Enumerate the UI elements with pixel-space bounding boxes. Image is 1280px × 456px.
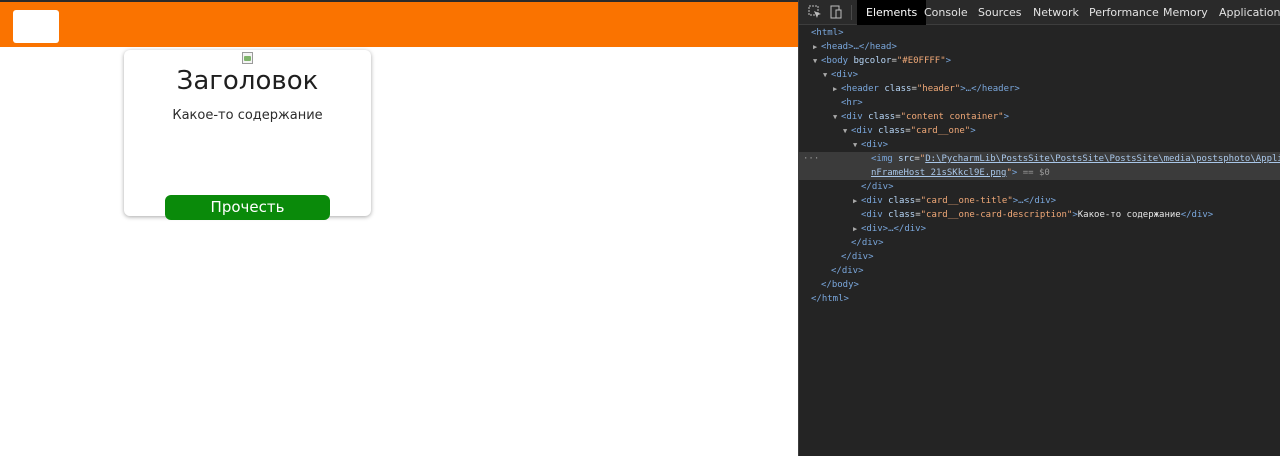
dom-node-collapsed-div[interactable]: ▶ <div>…</div> <box>799 222 1280 236</box>
dom-node-card-description[interactable]: <div class="card__one-card-description">… <box>799 208 1280 222</box>
dom-node-body[interactable]: ▼ <body bgcolor="#E0FFFF"> <box>799 54 1280 68</box>
toolbar-separator <box>851 5 852 20</box>
dom-node-div[interactable]: ▼ <div> <box>799 68 1280 82</box>
header-logo-box[interactable] <box>13 10 59 43</box>
devtools-panel: Elements Console Sources Network Perform… <box>798 0 1280 456</box>
dom-node-img-wrapper[interactable]: ▼ <div> <box>799 138 1280 152</box>
dom-node-img-selected[interactable]: ··· <img src="D:\PycharmLib\PostsSite\Po… <box>799 152 1280 180</box>
tab-sources[interactable]: Sources <box>969 0 1031 25</box>
card-description: Какое-то содержание <box>172 108 323 123</box>
post-card: Заголовок Какое-то содержание Прочесть <box>124 50 371 220</box>
dom-node-head[interactable]: ▶ <head>…</head> <box>799 40 1280 54</box>
dom-node-hr[interactable]: <hr> <box>799 96 1280 110</box>
device-toolbar-icon[interactable] <box>829 5 843 19</box>
tab-console[interactable]: Console <box>915 0 977 25</box>
tab-memory[interactable]: Memory <box>1154 0 1217 25</box>
page-viewport: Заголовок Какое-то содержание Прочесть <box>0 0 798 456</box>
devtools-tab-bar: Elements Console Sources Network Perform… <box>799 0 1280 25</box>
inspect-element-icon[interactable] <box>808 5 822 19</box>
dom-node-close: </div> <box>841 252 874 262</box>
card-title: Заголовок <box>176 66 319 96</box>
dom-node-close: </div> <box>831 266 864 276</box>
read-button[interactable]: Прочесть <box>165 195 330 220</box>
dom-node-card-title[interactable]: ▶ <div class="card__one-title">…</div> <box>799 194 1280 208</box>
dom-node-card-one[interactable]: ▼ <div class="card__one"> <box>799 124 1280 138</box>
broken-image-icon <box>241 51 255 65</box>
dom-node-content-container[interactable]: ▼ <div class="content container"> <box>799 110 1280 124</box>
dom-node-close: </div> <box>851 238 884 248</box>
dom-node-html[interactable]: <html> <box>799 26 1280 40</box>
dom-node-body-close: </body> <box>821 280 859 290</box>
dom-node-header[interactable]: ▶ <header class="header">…</header> <box>799 82 1280 96</box>
dom-node-html-close: </html> <box>811 294 849 304</box>
more-dots-icon[interactable]: ··· <box>803 152 819 166</box>
tab-network[interactable]: Network <box>1024 0 1088 25</box>
tab-application[interactable]: Application <box>1210 0 1280 25</box>
site-header <box>0 0 798 47</box>
dom-node-close: </div> <box>861 182 894 192</box>
